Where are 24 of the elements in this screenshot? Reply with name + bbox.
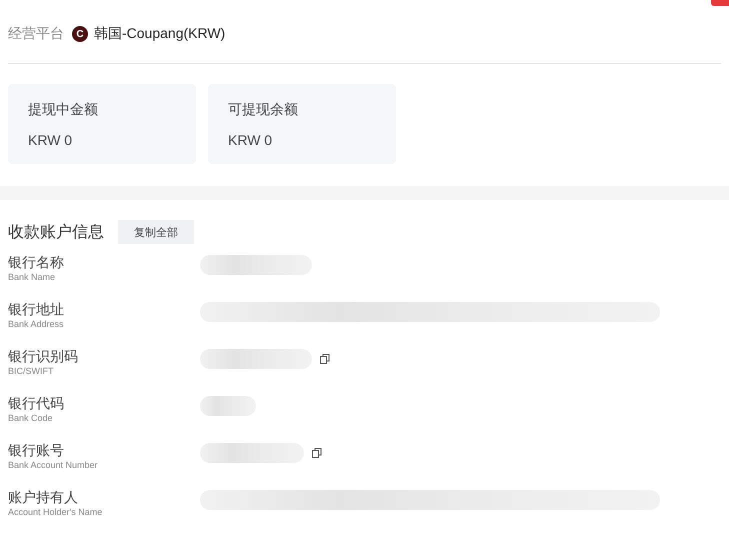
field-sublabel: Bank Name [8,271,56,283]
balance-label: 可提现余额 [228,101,299,119]
field-label: 银行代码 [8,395,65,412]
field-sublabel: Bank Code [8,412,54,424]
platform-value: 韩国-Coupang(KRW) [94,25,226,43]
balance-label: 提现中金额 [28,101,99,119]
field-sublabel: BIC/SWIFT [8,365,54,377]
field-label: 银行账号 [8,442,65,459]
platform-badge: C [72,26,88,42]
copy-all-button[interactable]: 复制全部 [118,220,194,244]
copy-icon[interactable] [320,354,330,364]
field-label: 银行识别码 [8,348,79,365]
redacted-value [200,396,256,416]
field-sublabel: Account Holder's Name [8,506,104,518]
field-label: 银行地址 [8,301,65,318]
field-label: 银行名称 [8,254,65,271]
copy-icon[interactable] [312,448,322,458]
section-title: 收款账户信息 [8,222,104,242]
field-sublabel: Bank Address [8,318,65,330]
field-label: 账户持有人 [8,489,79,506]
balance-value: KRW 0 [28,132,74,148]
platform-label: 经营平台 [8,25,64,43]
balance-value: KRW 0 [228,132,274,148]
field-sublabel: Bank Account Number [8,459,99,471]
